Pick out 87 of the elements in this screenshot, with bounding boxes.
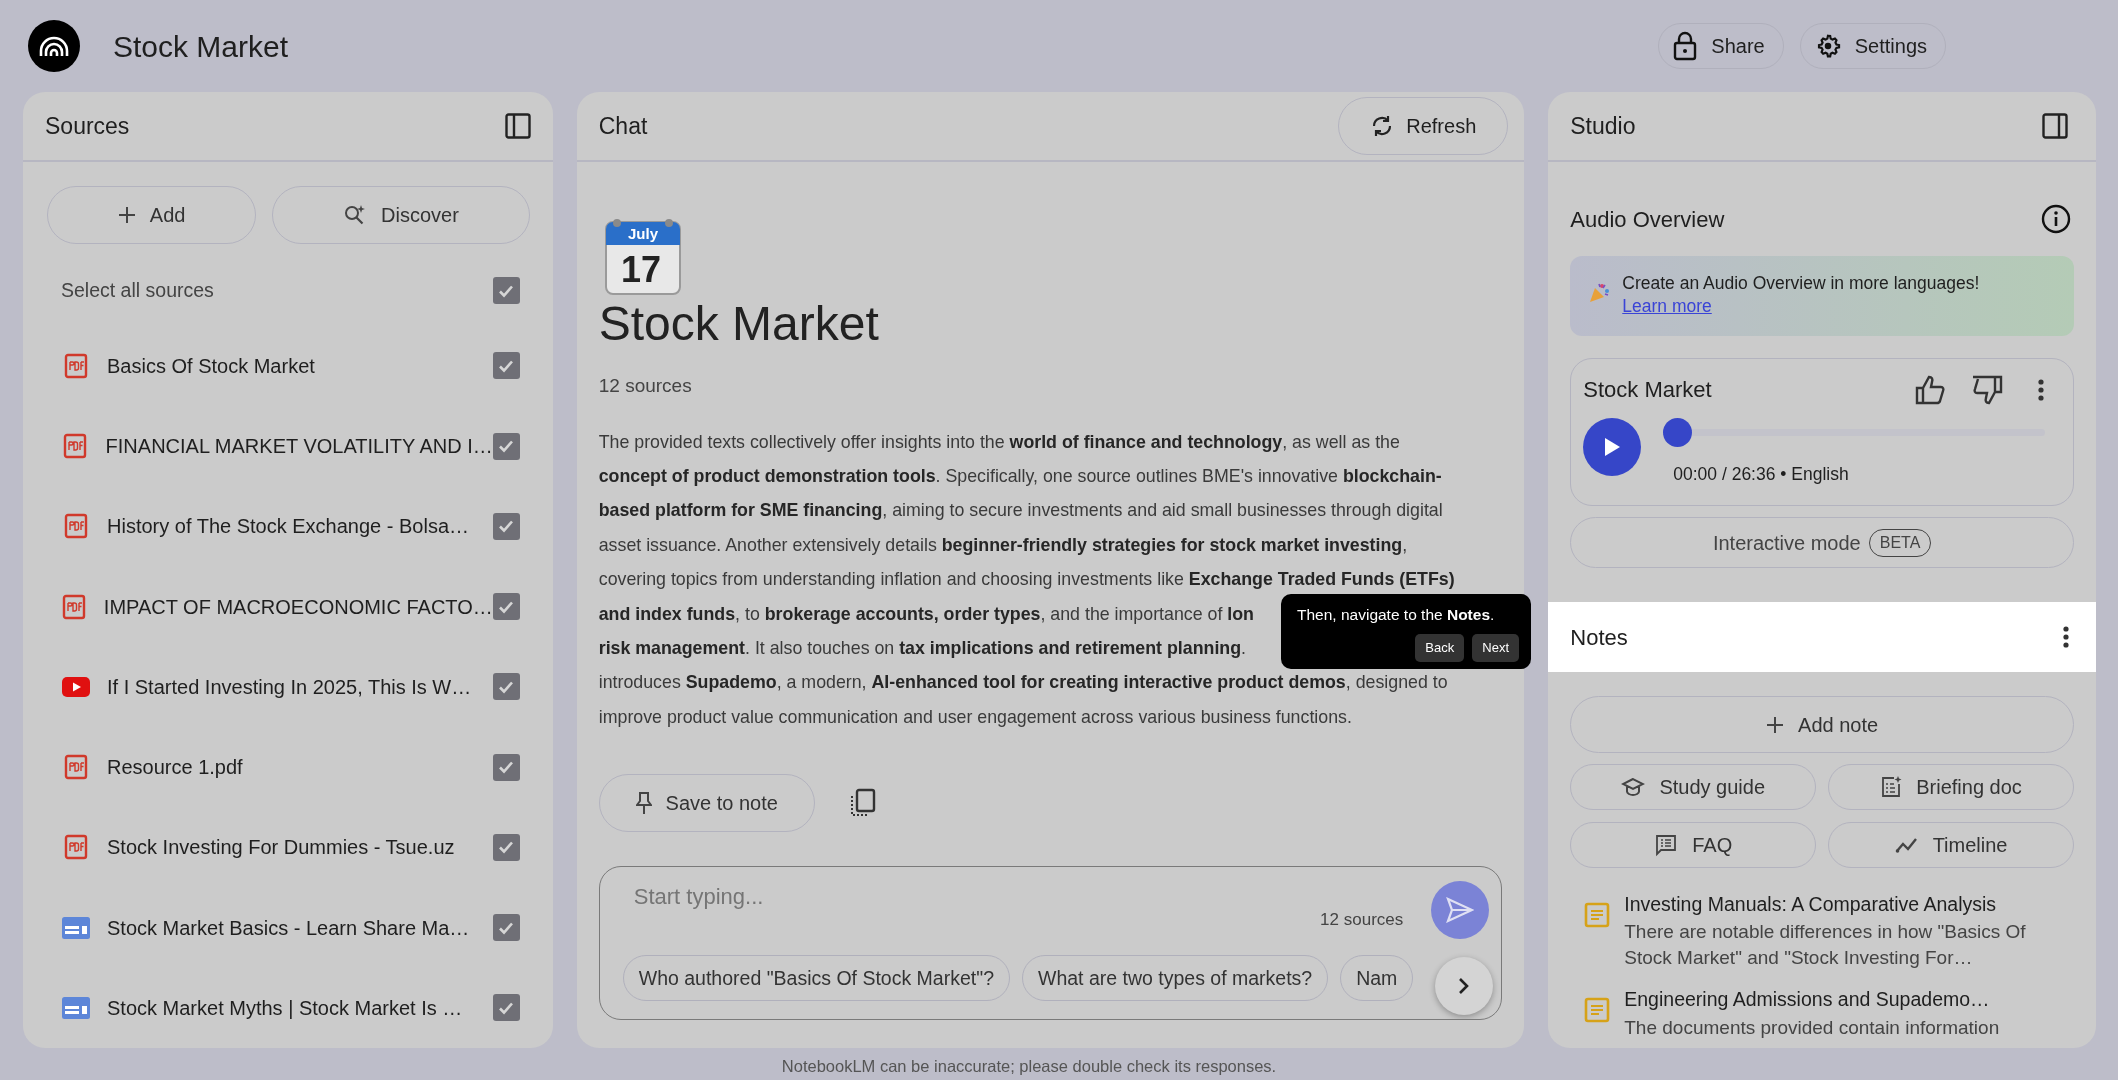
party-popper-icon bbox=[1588, 282, 1611, 304]
panel-title: Sources bbox=[45, 111, 130, 141]
next-button[interactable] bbox=[1435, 957, 1494, 1016]
pdf-file-icon bbox=[64, 834, 88, 861]
source-title[interactable]: Stock Investing For Dummies - Tsue.uz bbox=[107, 832, 493, 863]
summary-line: based platform for SME financing, aiming to secure investments and aid small businesses through digital bbox=[598, 499, 1443, 523]
source-title[interactable]: If I Started Investing In 2025, This Is W… bbox=[107, 671, 493, 702]
disclaimer-text: NotebookLM can be inaccurate; please double check its responses. bbox=[780, 1056, 1278, 1077]
graduation-cap-icon bbox=[1621, 776, 1646, 798]
summary-line: The provided texts collectively offer insights into the world of finance and technology, as well as the bbox=[598, 430, 1400, 454]
copy-button[interactable] bbox=[848, 788, 877, 819]
panel-title: Chat bbox=[598, 111, 648, 141]
copy-icon bbox=[848, 788, 877, 819]
tooltip-text: Then, navigate to the Notes. bbox=[1297, 605, 1496, 625]
source-title[interactable]: Stock Market Myths | Stock Market Is … bbox=[107, 992, 493, 1023]
source-title[interactable]: Stock Market Basics - Learn Share Ma… bbox=[107, 912, 493, 943]
audio-title: Stock Market bbox=[1583, 376, 1713, 404]
logo-icon bbox=[28, 20, 80, 72]
section-title: Audio Overview bbox=[1570, 205, 1725, 234]
lock-icon bbox=[1673, 31, 1698, 61]
trend-line-icon bbox=[1894, 836, 1919, 854]
banner-text: Create an Audio Overview in more languages! Learn more bbox=[1622, 272, 1981, 318]
next-button[interactable]: Next bbox=[1472, 634, 1519, 662]
checkbox[interactable] bbox=[492, 914, 520, 942]
pin-icon bbox=[635, 791, 652, 816]
note-icon bbox=[1584, 902, 1611, 928]
info-icon bbox=[2041, 204, 2071, 234]
pdf-file-icon bbox=[62, 593, 87, 620]
plus-icon bbox=[1766, 715, 1785, 734]
notebook-title: Stock Market bbox=[113, 28, 289, 65]
checkbox[interactable] bbox=[492, 673, 520, 701]
chat-input[interactable]: Start typing... bbox=[621, 881, 1321, 912]
web-page-icon bbox=[62, 996, 90, 1019]
source-title[interactable]: FINANCIAL MARKET VOLATILITY AND I… bbox=[105, 431, 493, 462]
checkbox[interactable] bbox=[492, 994, 520, 1022]
section-title: Notes bbox=[1570, 623, 1628, 652]
chat-list-icon bbox=[1654, 833, 1679, 857]
source-count: 12 sources bbox=[598, 374, 693, 398]
web-page-icon bbox=[62, 916, 90, 939]
note-icon bbox=[1584, 997, 1611, 1024]
checkbox[interactable] bbox=[492, 593, 520, 621]
panel-title: Studio bbox=[1570, 111, 1636, 141]
panel-toggle-icon bbox=[2042, 113, 2068, 139]
source-title[interactable]: Resource 1.pdf bbox=[107, 752, 493, 783]
calendar-icon: July 17 bbox=[604, 218, 681, 296]
note-title[interactable]: Engineering Admissions and Supademo… bbox=[1624, 985, 2000, 1015]
pdf-file-icon bbox=[64, 754, 88, 781]
source-title[interactable]: History of The Stock Exchange - Bolsa… bbox=[107, 511, 493, 542]
summary-line: concept of product demonstration tools. Specifically, one source outlines BME's innovative blockchain- bbox=[598, 464, 1442, 488]
learn-more-link[interactable]: Learn more bbox=[1622, 296, 1712, 316]
summary-line: introduces Supademo, a modern, AI-enhanced tool for creating interactive product demos, designed to bbox=[598, 671, 1448, 695]
checkbox[interactable] bbox=[492, 432, 520, 460]
note-title[interactable]: Investing Manuals: A Comparative Analysis bbox=[1624, 890, 2074, 920]
chevron-right-icon bbox=[1458, 977, 1471, 996]
checkbox[interactable] bbox=[492, 753, 520, 781]
play-icon bbox=[1603, 437, 1622, 457]
more-options-icon bbox=[2062, 625, 2070, 649]
select-all-label: Select all sources bbox=[61, 278, 215, 304]
checkbox[interactable] bbox=[492, 352, 520, 380]
thumbs-up-icon bbox=[1915, 374, 1947, 405]
checkbox[interactable] bbox=[492, 833, 520, 861]
source-count: 12 sources bbox=[1320, 909, 1404, 932]
summary-line: covering topics from understanding inflation and choosing investments like Exchange Traded Funds (ETFs) bbox=[598, 568, 1455, 592]
checkbox[interactable] bbox=[492, 277, 520, 305]
panel-toggle-icon bbox=[504, 113, 531, 139]
send-icon bbox=[1446, 897, 1475, 924]
note-preview: The documents provided contain information bbox=[1624, 1015, 2000, 1040]
summary-line: risk management. It also touches on tax implications and retirement planning. bbox=[598, 636, 1246, 660]
source-title[interactable]: Basics Of Stock Market bbox=[107, 350, 493, 381]
pdf-file-icon bbox=[63, 433, 88, 460]
note-preview: There are notable differences in how "Basics Of Stock Market" and "Stock Investing For… bbox=[1624, 920, 2027, 971]
document-sparkle-icon bbox=[1880, 776, 1903, 798]
summary-line: improve product value communication and user engagement across various business functions. bbox=[598, 705, 1352, 729]
source-title[interactable]: IMPACT OF MACROECONOMIC FACTO… bbox=[103, 591, 493, 622]
more-options-icon bbox=[2037, 377, 2045, 402]
thumbs-down-icon bbox=[1971, 374, 2003, 405]
play-button[interactable] bbox=[1583, 418, 1642, 476]
play-video-icon bbox=[62, 676, 90, 697]
summary-line: and index funds, to brokerage accounts, order types, and the importance of lon bbox=[598, 602, 1254, 626]
notebook-heading: Stock Market bbox=[598, 296, 880, 352]
audio-time: 00:00 / 26:36 • English bbox=[1673, 463, 1850, 486]
pdf-file-icon bbox=[64, 513, 88, 540]
plus-icon bbox=[117, 206, 136, 224]
back-button[interactable]: Back bbox=[1415, 634, 1465, 662]
summary-line: asset issuance. Another extensively details beginner-friendly strategies for stock market investing, bbox=[598, 533, 1408, 557]
pdf-file-icon bbox=[64, 352, 88, 379]
checkbox[interactable] bbox=[492, 512, 520, 540]
